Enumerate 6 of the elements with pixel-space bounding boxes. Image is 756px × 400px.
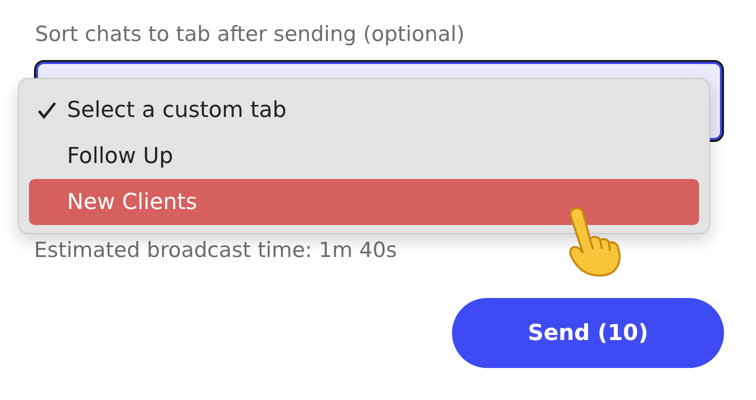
menu-item[interactable]: Select a custom tab (29, 87, 699, 133)
estimate-text: Estimated broadcast time: 1m 40s (34, 238, 398, 262)
field-label: Sort chats to tab after sending (optional) (35, 22, 466, 46)
menu-item[interactable]: New Clients (29, 179, 699, 225)
menu-item[interactable]: Follow Up (29, 133, 699, 179)
send-button[interactable]: Send (10) (452, 298, 724, 368)
